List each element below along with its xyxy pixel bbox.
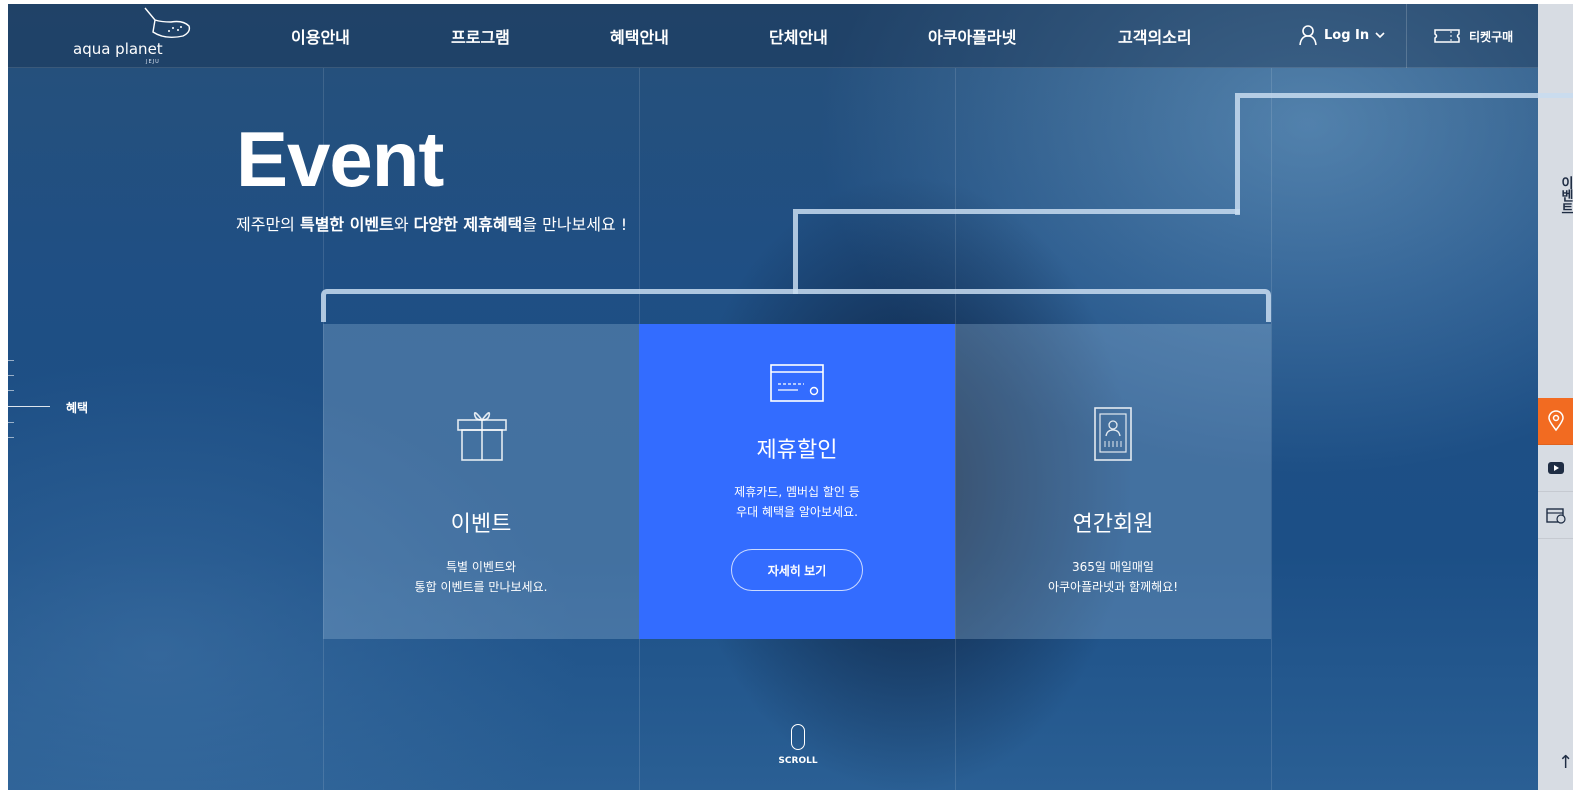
card-desc-line: 365일 매일매일 bbox=[1072, 560, 1154, 574]
side-youtube-button[interactable] bbox=[1538, 445, 1573, 492]
card-title: 이벤트 bbox=[450, 512, 512, 537]
mouse-icon bbox=[791, 724, 805, 750]
indicator-tick[interactable] bbox=[8, 375, 14, 376]
ticket-purchase-button[interactable]: 티켓구매 bbox=[1406, 4, 1538, 68]
nav-item-group[interactable]: 단체안내 bbox=[769, 24, 828, 48]
hero-subtitle: 제주만의 특별한 이벤트와 다양한 제휴혜택을 만나보세요 ! bbox=[236, 211, 627, 235]
card-desc-line: 아쿠아플라넷과 함께해요! bbox=[1047, 580, 1179, 594]
login-button[interactable]: Log In bbox=[1298, 24, 1385, 46]
hero-title: Event bbox=[236, 115, 444, 203]
page-frame: aqua planet JEJU 이용안내 프로그램 혜택안내 단체안내 아쿠아… bbox=[8, 4, 1573, 790]
calendar-icon bbox=[1545, 508, 1566, 524]
deco-bracket bbox=[1235, 93, 1573, 215]
side-calendar-button[interactable] bbox=[1538, 492, 1573, 539]
nav-item-guide[interactable]: 이용안내 bbox=[291, 24, 350, 48]
card-title: 제휴할인 bbox=[756, 438, 838, 463]
card-desc-line: 특별 이벤트와 bbox=[445, 560, 517, 574]
indicator-tick[interactable] bbox=[8, 390, 14, 391]
site-header: aqua planet JEJU 이용안내 프로그램 혜택안내 단체안내 아쿠아… bbox=[8, 4, 1538, 68]
hero-sub-highlight: 다양한 제휴혜택 bbox=[413, 215, 523, 234]
logo-subtext: JEJU bbox=[146, 59, 160, 65]
side-location-button[interactable] bbox=[1538, 398, 1573, 445]
hero-sub-text: 제주만의 bbox=[236, 215, 300, 234]
card-desc-line: 통합 이벤트를 만나보세요. bbox=[414, 580, 548, 594]
annual-member-card[interactable]: 연간회원 365일 매일매일 아쿠아플라넷과 함께해요! bbox=[955, 324, 1271, 639]
section-indicator-label: 혜택 bbox=[66, 401, 89, 415]
indicator-tick[interactable] bbox=[8, 422, 14, 423]
gift-icon bbox=[457, 412, 507, 461]
youtube-icon bbox=[1547, 462, 1564, 474]
card-desc-line: 제휴카드, 멤버십 할인 등 bbox=[734, 485, 860, 499]
login-label: Log In bbox=[1324, 27, 1370, 43]
location-icon bbox=[1547, 410, 1564, 432]
indicator-active-line[interactable] bbox=[8, 406, 50, 407]
ticket-icon bbox=[1434, 29, 1460, 43]
scroll-top-arrow-icon[interactable]: ↑ bbox=[1558, 752, 1573, 773]
deco-bracket bbox=[321, 289, 1271, 322]
nav-item-aquaplanet[interactable]: 아쿠아플라넷 bbox=[928, 24, 1016, 48]
site-logo[interactable]: aqua planet JEJU bbox=[68, 6, 198, 66]
scroll-indicator[interactable]: SCROLL bbox=[778, 724, 818, 766]
hero-sub-highlight: 특별한 이벤트 bbox=[299, 215, 394, 234]
hero-sub-text: 을 만나보세요 ! bbox=[522, 215, 628, 234]
card-title: 연간회원 bbox=[1072, 512, 1154, 537]
chevron-down-icon bbox=[1375, 32, 1385, 39]
view-details-button[interactable]: 자세히 보기 bbox=[731, 549, 863, 591]
scroll-label: SCROLL bbox=[778, 756, 818, 766]
credit-card-icon bbox=[770, 364, 824, 402]
event-card[interactable]: 이벤트 특별 이벤트와 통합 이벤트를 만나보세요. bbox=[323, 324, 639, 639]
hero-sub-text: 와 bbox=[393, 215, 414, 234]
nav-item-program[interactable]: 프로그램 bbox=[451, 24, 510, 48]
user-icon bbox=[1299, 25, 1317, 46]
partner-discount-card[interactable]: 제휴할인 제휴카드, 멤버십 할인 등 우대 혜택을 알아보세요. 자세히 보기 bbox=[639, 324, 955, 639]
member-card-icon bbox=[1094, 407, 1132, 461]
ticket-label: 티켓구매 bbox=[1469, 29, 1514, 44]
nav-item-benefits[interactable]: 혜택안내 bbox=[610, 24, 669, 48]
whale-shark-icon bbox=[144, 7, 191, 39]
nav-item-customer-voice[interactable]: 고객의소리 bbox=[1118, 24, 1192, 48]
indicator-tick[interactable] bbox=[8, 360, 14, 361]
card-desc-line: 우대 혜택을 알아보세요. bbox=[736, 505, 858, 519]
deco-bracket bbox=[793, 209, 1240, 294]
indicator-tick[interactable] bbox=[8, 437, 14, 438]
